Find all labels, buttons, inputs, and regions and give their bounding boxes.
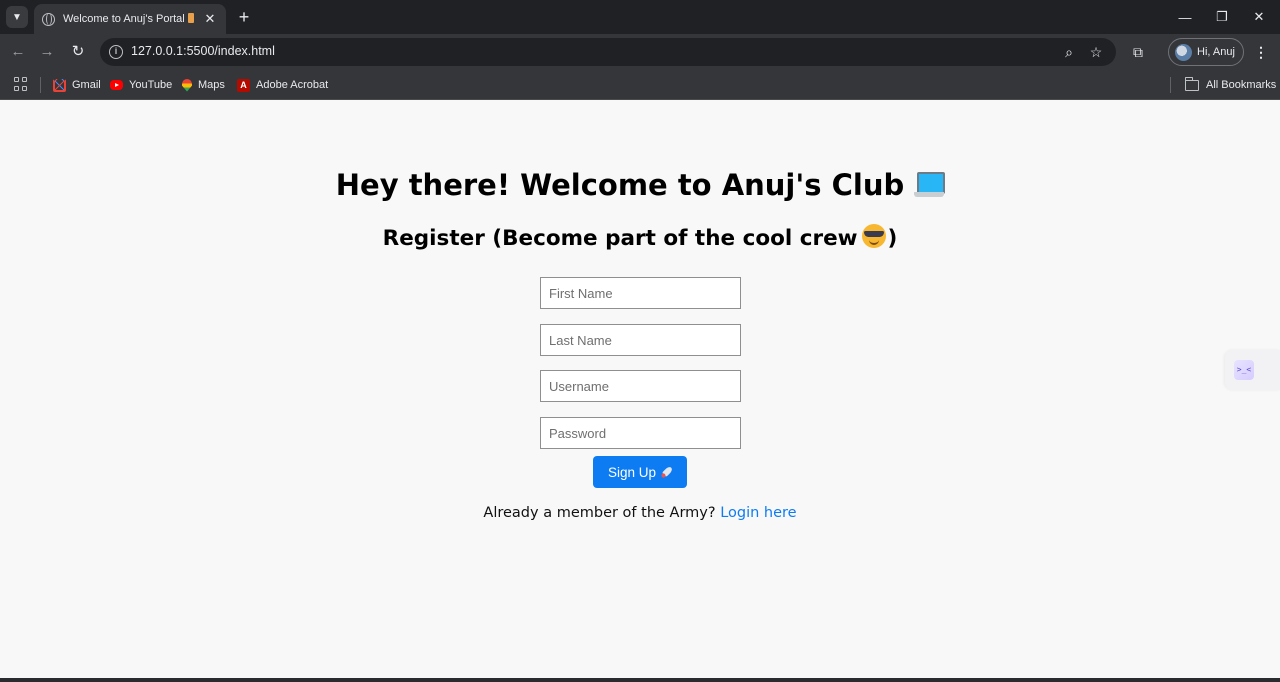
tab-title-emoji-icon: [187, 13, 194, 23]
folder-icon: [1184, 76, 1199, 91]
maps-icon: [182, 78, 192, 92]
bookmark-label: YouTube: [129, 79, 173, 91]
sign-up-label: Sign Up: [607, 464, 657, 480]
browser-titlebar: ▼ Welcome to Anuj's Portal ✕ + — ❐ ✕: [0, 0, 1280, 34]
bookmark-label: Gmail: [72, 79, 101, 91]
login-prompt-text: Already a member of the Army?: [483, 505, 716, 521]
sign-up-button[interactable]: Sign Up: [593, 456, 687, 488]
profile-button[interactable]: Hi, Anuj: [1168, 38, 1244, 66]
bookmark-label: Maps: [198, 79, 225, 91]
side-widget-icon: >_<: [1234, 360, 1254, 380]
back-arrow-icon[interactable]: ←: [8, 42, 28, 62]
reload-icon[interactable]: ↻: [68, 42, 88, 62]
url-text[interactable]: 127.0.0.1:5500/index.html: [131, 44, 275, 58]
page-title: Hey there! Welcome to Anuj's Club: [0, 165, 1280, 205]
login-prompt: Already a member of the Army? Login here: [0, 503, 1280, 523]
bookmark-youtube[interactable]: YouTube: [110, 76, 172, 94]
bookmark-gmail[interactable]: Gmail: [53, 76, 101, 94]
first-name-field[interactable]: [540, 277, 741, 309]
close-window-button[interactable]: ✕: [1241, 0, 1277, 34]
page-title-text: Hey there! Welcome to Anuj's Club: [335, 168, 905, 202]
new-tab-button[interactable]: +: [234, 7, 254, 27]
browser-tab[interactable]: Welcome to Anuj's Portal ✕: [34, 4, 226, 34]
tab-search-chevron-icon[interactable]: ▼: [6, 6, 28, 28]
gmail-icon: [53, 78, 66, 92]
bookmark-adobe-acrobat[interactable]: A Adobe Acrobat: [237, 76, 328, 94]
globe-icon: [42, 12, 55, 26]
bookmark-star-icon[interactable]: ☆: [1086, 42, 1106, 62]
apps-grid-icon[interactable]: [14, 77, 28, 91]
all-bookmarks-button[interactable]: All Bookmarks: [1184, 76, 1277, 94]
address-bar[interactable]: i 127.0.0.1:5500/index.html ⌕ ☆: [100, 38, 1116, 66]
register-heading: Register (Become part of the cool crew): [0, 223, 1280, 255]
tab-close-icon[interactable]: ✕: [202, 11, 218, 27]
all-bookmarks-label: All Bookmarks: [1206, 79, 1277, 91]
password-field[interactable]: [540, 417, 741, 449]
laptop-emoji-icon: [914, 172, 946, 198]
restore-button[interactable]: ❐: [1204, 0, 1240, 34]
last-name-field[interactable]: [540, 324, 741, 356]
forward-arrow-icon[interactable]: →: [37, 42, 57, 62]
bookmarks-bar: Gmail YouTube Maps A Adobe Acrobat All B…: [0, 70, 1280, 100]
username-field[interactable]: [540, 370, 741, 402]
login-link[interactable]: Login here: [720, 505, 796, 521]
site-info-icon[interactable]: i: [109, 45, 123, 59]
browser-toolbar: ← → ↻ i 127.0.0.1:5500/index.html ⌕ ☆ ⧉ …: [0, 34, 1280, 70]
window-bottom-border: [0, 678, 1280, 682]
rocket-emoji-icon: [659, 464, 675, 480]
extensions-icon[interactable]: ⧉: [1128, 42, 1148, 62]
kebab-menu-icon[interactable]: ⋮: [1254, 42, 1268, 62]
avatar: [1175, 43, 1192, 61]
sunglasses-emoji-icon: [861, 224, 886, 248]
register-heading-close: ): [887, 226, 898, 251]
profile-name: Hi, Anuj: [1197, 46, 1235, 58]
register-heading-text: Register (Become part of the cool crew: [382, 226, 858, 251]
bookmark-divider: [1170, 77, 1171, 93]
side-panel-widget[interactable]: >_<: [1225, 350, 1280, 390]
bookmark-maps[interactable]: Maps: [182, 76, 225, 94]
tab-title: Welcome to Anuj's Portal: [63, 13, 202, 25]
bookmark-divider: [40, 77, 41, 93]
adobe-acrobat-icon: A: [237, 78, 250, 92]
bookmark-label: Adobe Acrobat: [256, 79, 329, 91]
minimize-button[interactable]: —: [1167, 0, 1203, 34]
zoom-icon[interactable]: ⌕: [1059, 42, 1079, 62]
youtube-icon: [110, 80, 123, 90]
